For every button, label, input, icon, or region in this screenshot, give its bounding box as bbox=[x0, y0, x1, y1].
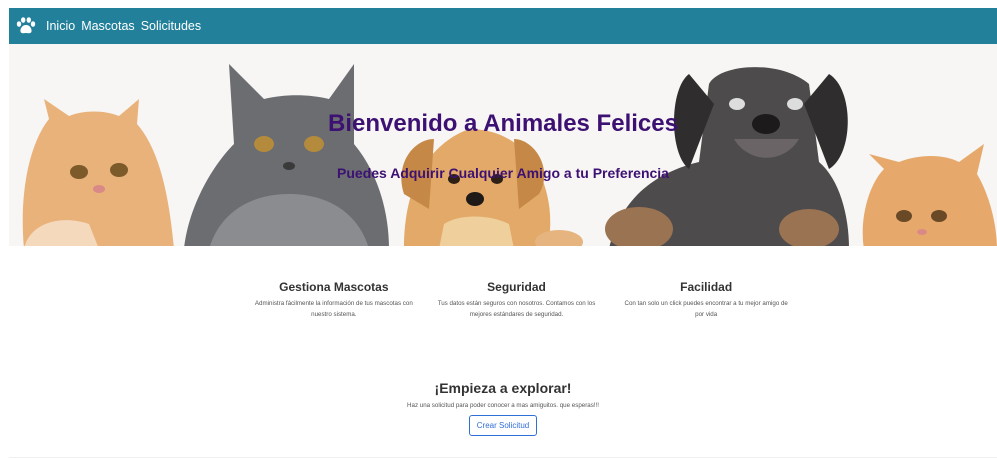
divider bbox=[9, 457, 997, 458]
ginger-cat-image bbox=[862, 144, 997, 249]
hero-title: Bienvenido a Animales Felices bbox=[328, 110, 678, 137]
pets-banner-image bbox=[9, 44, 997, 249]
crear-solicitud-button[interactable]: Crear Solicitud bbox=[468, 415, 538, 436]
nav-links: Inicio Mascotas Solicitudes bbox=[46, 19, 207, 33]
nav-link-inicio[interactable]: Inicio bbox=[46, 19, 75, 33]
feature-text: Administra fácilmente la información de … bbox=[254, 300, 413, 318]
cta-title: ¡Empieza a explorar! bbox=[434, 380, 572, 396]
feature-gestiona-mascotas: Gestiona Mascotas Administra fácilmente … bbox=[240, 280, 428, 320]
feature-text: Con tan solo un click puedes encontrar a… bbox=[624, 300, 788, 318]
feature-seguridad: Seguridad Tus datos están seguros con no… bbox=[423, 280, 611, 320]
navbar: Inicio Mascotas Solicitudes bbox=[9, 8, 997, 44]
features-section: Gestiona Mascotas Administra fácilmente … bbox=[240, 280, 800, 320]
feature-title: Facilidad bbox=[680, 280, 733, 294]
page: Inicio Mascotas Solicitudes Bienvenido a… bbox=[9, 8, 997, 459]
brand-link[interactable] bbox=[15, 15, 37, 37]
cta-text: Haz una solicitud para poder conocer a m… bbox=[407, 402, 599, 409]
feature-text: Tus datos están seguros con nosotros. Co… bbox=[437, 300, 596, 318]
paw-icon bbox=[16, 17, 36, 34]
hero-subtitle: Puedes Adquirir Cualquier Amigo a tu Pre… bbox=[337, 165, 669, 181]
feature-facilidad: Facilidad Con tan solo un click puedes e… bbox=[612, 280, 800, 320]
nav-link-solicitudes[interactable]: Solicitudes bbox=[141, 19, 201, 33]
feature-title: Seguridad bbox=[487, 280, 546, 294]
feature-title: Gestiona Mascotas bbox=[279, 280, 389, 294]
hero-banner: Bienvenido a Animales Felices Puedes Adq… bbox=[9, 44, 997, 249]
nav-link-mascotas[interactable]: Mascotas bbox=[81, 19, 135, 33]
cta-section: ¡Empieza a explorar! Haz una solicitud p… bbox=[9, 380, 997, 436]
